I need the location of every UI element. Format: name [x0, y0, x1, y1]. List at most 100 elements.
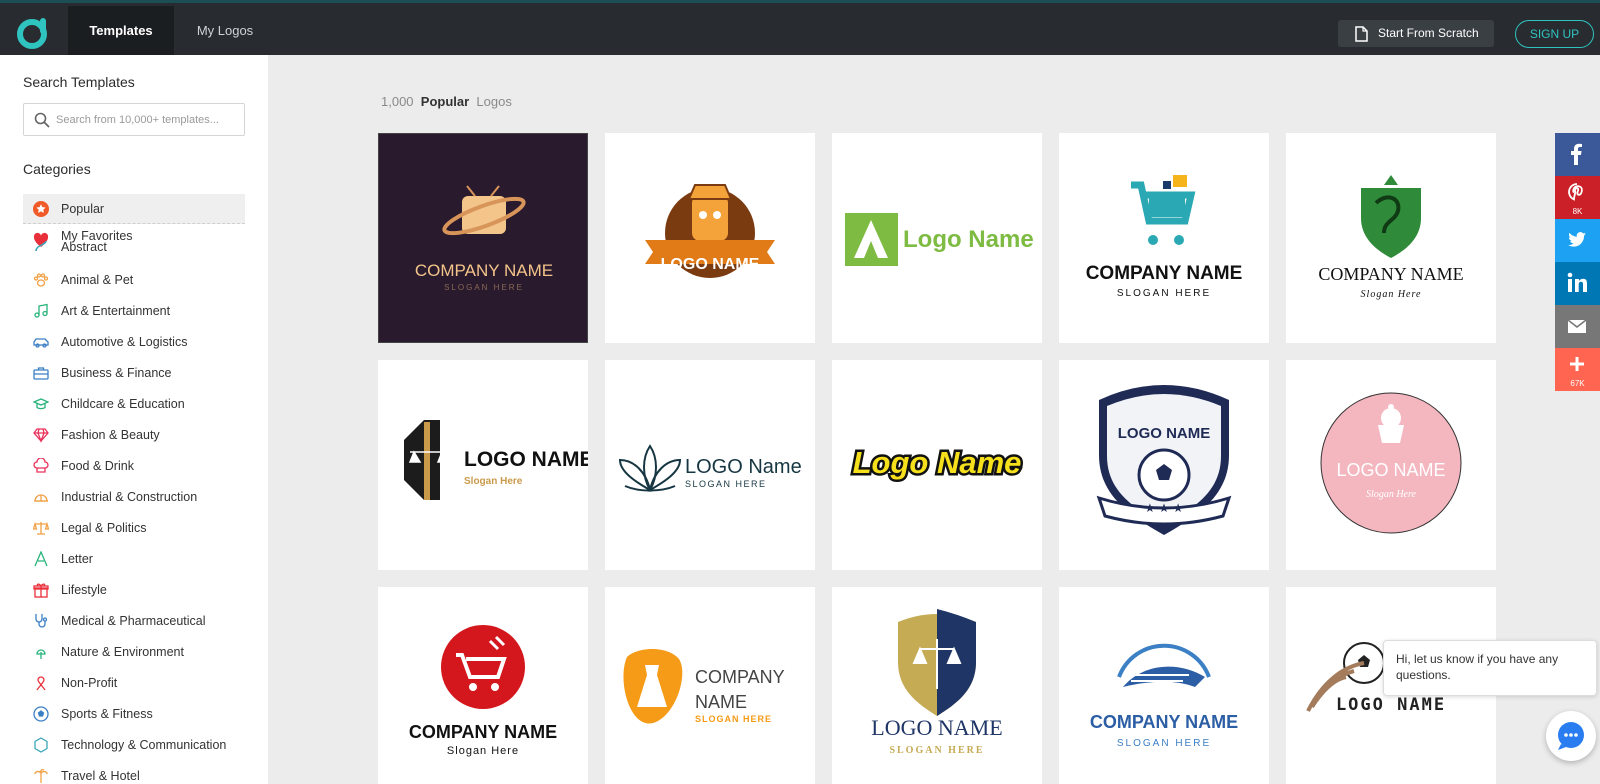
top-bar: Templates My Logos Start From Scratch SI… — [0, 0, 1600, 55]
logo-slogan: SLOGAN HERE — [444, 283, 524, 292]
logo-template-card[interactable]: COMPANY NAME SLOGAN HERE — [378, 133, 588, 343]
logo-template-card[interactable]: COMPANY NAME SLOGAN HERE — [1059, 587, 1269, 784]
results-category: Popular — [420, 94, 470, 109]
category-abstract[interactable]: Abstract — [23, 236, 245, 254]
category-label: Nature & Environment — [61, 645, 184, 659]
category-art-entertainment[interactable]: Art & Entertainment — [23, 296, 245, 326]
category-label: Industrial & Construction — [61, 490, 198, 504]
logo-template-card[interactable]: LOGO NAME ★ ★ ★ — [1059, 360, 1269, 570]
category-non-profit[interactable]: Non-Profit — [23, 668, 245, 698]
designevo-logo-icon[interactable] — [16, 16, 50, 50]
tab-templates[interactable]: Templates — [68, 6, 174, 55]
start-from-scratch-button[interactable]: Start From Scratch — [1338, 20, 1494, 47]
logo-text: LOGO NAME — [1336, 460, 1445, 480]
facebook-share-button[interactable] — [1555, 133, 1600, 176]
logo-template-card[interactable]: LOGO Name SLOGAN HERE — [605, 360, 815, 570]
soccer-shield-icon: LOGO NAME ★ ★ ★ — [1096, 385, 1232, 535]
dragon-shield-icon: COMPANY NAME Slogan Here — [1318, 175, 1464, 300]
logo-text: COMPANY NAME — [1090, 712, 1238, 732]
category-popular[interactable]: Popular — [23, 194, 245, 224]
music-note-icon — [34, 303, 48, 318]
logo-text: COMPANY NAME — [409, 722, 557, 742]
law-pillar-icon: LOGO NAME Slogan Here — [404, 420, 588, 500]
logo-template-card[interactable]: COMPANY NAME Slogan Here — [1286, 133, 1496, 343]
category-label: Lifestyle — [61, 583, 107, 597]
logo-text: COMPANY NAME — [1086, 263, 1243, 284]
results-suffix: Logos — [476, 94, 512, 109]
logo-template-card[interactable]: LOGO NAME Slogan Here — [378, 360, 588, 570]
cookie-mascot-icon: LOGO NAME — [645, 184, 775, 278]
pinterest-share-button[interactable]: 8K — [1555, 176, 1600, 219]
logo-text: COMPANY NAME — [1318, 264, 1463, 284]
letter-a-icon — [34, 551, 48, 567]
car-icon — [33, 338, 49, 348]
chat-message-bubble[interactable]: Hi, let us know if you have any question… — [1383, 640, 1597, 696]
chat-message-text: Hi, let us know if you have any question… — [1396, 652, 1559, 682]
category-label: Sports & Fitness — [61, 707, 153, 721]
category-childcare-education[interactable]: Childcare & Education — [23, 389, 245, 419]
category-food-drink[interactable]: Food & Drink — [23, 451, 245, 481]
logo-template-card[interactable]: LOGO NAME — [605, 133, 815, 343]
search-box[interactable] — [23, 103, 245, 136]
palm-tree-icon — [34, 768, 48, 783]
more-share-button[interactable]: 67K — [1555, 348, 1600, 391]
svg-text:★ ★ ★: ★ ★ ★ — [1145, 501, 1184, 515]
linkedin-icon — [1567, 272, 1587, 292]
logo-template-card[interactable]: COMPANY NAME SLOGAN HERE — [605, 587, 815, 784]
chat-launcher-button[interactable] — [1546, 711, 1596, 761]
logo-text: Logo Name — [903, 226, 1034, 253]
category-letter[interactable]: Letter — [23, 544, 245, 574]
logo-slogan: SLOGAN HERE — [685, 479, 767, 489]
logo-template-card[interactable]: Logo Name — [832, 133, 1042, 343]
scales-icon — [33, 521, 49, 535]
email-icon — [1567, 319, 1587, 333]
category-business-finance[interactable]: Business & Finance — [23, 358, 245, 388]
category-label: Legal & Politics — [61, 521, 147, 535]
soccer-ball-icon — [33, 706, 49, 722]
logo-template-card[interactable]: COMPANY NAME SLOGAN HERE — [1059, 133, 1269, 343]
sign-up-button[interactable]: SIGN UP — [1515, 20, 1594, 48]
category-nature-environment[interactable]: Nature & Environment — [23, 637, 245, 667]
category-travel-hotel[interactable]: Travel & Hotel — [23, 761, 245, 784]
stethoscope-icon — [35, 614, 48, 628]
facebook-icon — [1571, 143, 1582, 165]
category-legal-politics[interactable]: Legal & Politics — [23, 513, 245, 543]
logo-template-card[interactable]: LOGO NAME Slogan Here — [1286, 360, 1496, 570]
shopping-basket-icon: COMPANY NAME Slogan Here — [409, 625, 557, 757]
email-share-button[interactable] — [1555, 305, 1600, 348]
star-icon — [33, 201, 49, 217]
tab-my-logos[interactable]: My Logos — [174, 6, 276, 55]
logo-name-wordmark: Logo Name — [850, 443, 1024, 483]
category-label: Animal & Pet — [61, 273, 134, 287]
sidebar: Search Templates Categories Popular My F… — [0, 55, 268, 784]
category-technology-communication[interactable]: Technology & Communication — [23, 730, 245, 760]
category-label: Technology & Communication — [61, 738, 227, 752]
law-shield-icon: LOGO NAME SLOGAN HERE — [871, 609, 1003, 756]
abstract-icon — [35, 240, 47, 252]
category-label: Letter — [61, 552, 93, 566]
graduation-cap-icon — [33, 398, 49, 410]
category-label: Food & Drink — [61, 459, 134, 473]
hexagon-icon — [34, 737, 48, 753]
logo-template-card[interactable]: LOGO NAME SLOGAN HERE — [832, 587, 1042, 784]
twitter-share-button[interactable] — [1555, 219, 1600, 262]
logo-slogan: Slogan Here — [464, 476, 523, 487]
logo-text: LOGO NAME — [464, 448, 588, 471]
category-label: Business & Finance — [61, 366, 172, 380]
logo-text: COMPANY NAME — [415, 261, 553, 280]
twitter-icon — [1568, 232, 1586, 247]
category-medical-pharmaceutical[interactable]: Medical & Pharmaceutical — [23, 606, 245, 636]
category-animal-pet[interactable]: Animal & Pet — [23, 265, 245, 295]
linkedin-share-button[interactable] — [1555, 262, 1600, 305]
category-fashion-beauty[interactable]: Fashion & Beauty — [23, 420, 245, 450]
category-sports-fitness[interactable]: Sports & Fitness — [23, 699, 245, 729]
category-label: Popular — [61, 202, 105, 216]
search-input[interactable] — [56, 105, 240, 134]
category-industrial-construction[interactable]: Industrial & Construction — [23, 482, 245, 512]
logo-template-card[interactable]: Logo Name — [832, 360, 1042, 570]
logo-template-card[interactable]: COMPANY NAME Slogan Here — [378, 587, 588, 784]
category-automotive-logistics[interactable]: Automotive & Logistics — [23, 327, 245, 357]
pinterest-icon — [1568, 183, 1583, 201]
cupcake-icon: LOGO NAME Slogan Here — [1320, 392, 1462, 534]
category-lifestyle[interactable]: Lifestyle — [23, 575, 245, 605]
